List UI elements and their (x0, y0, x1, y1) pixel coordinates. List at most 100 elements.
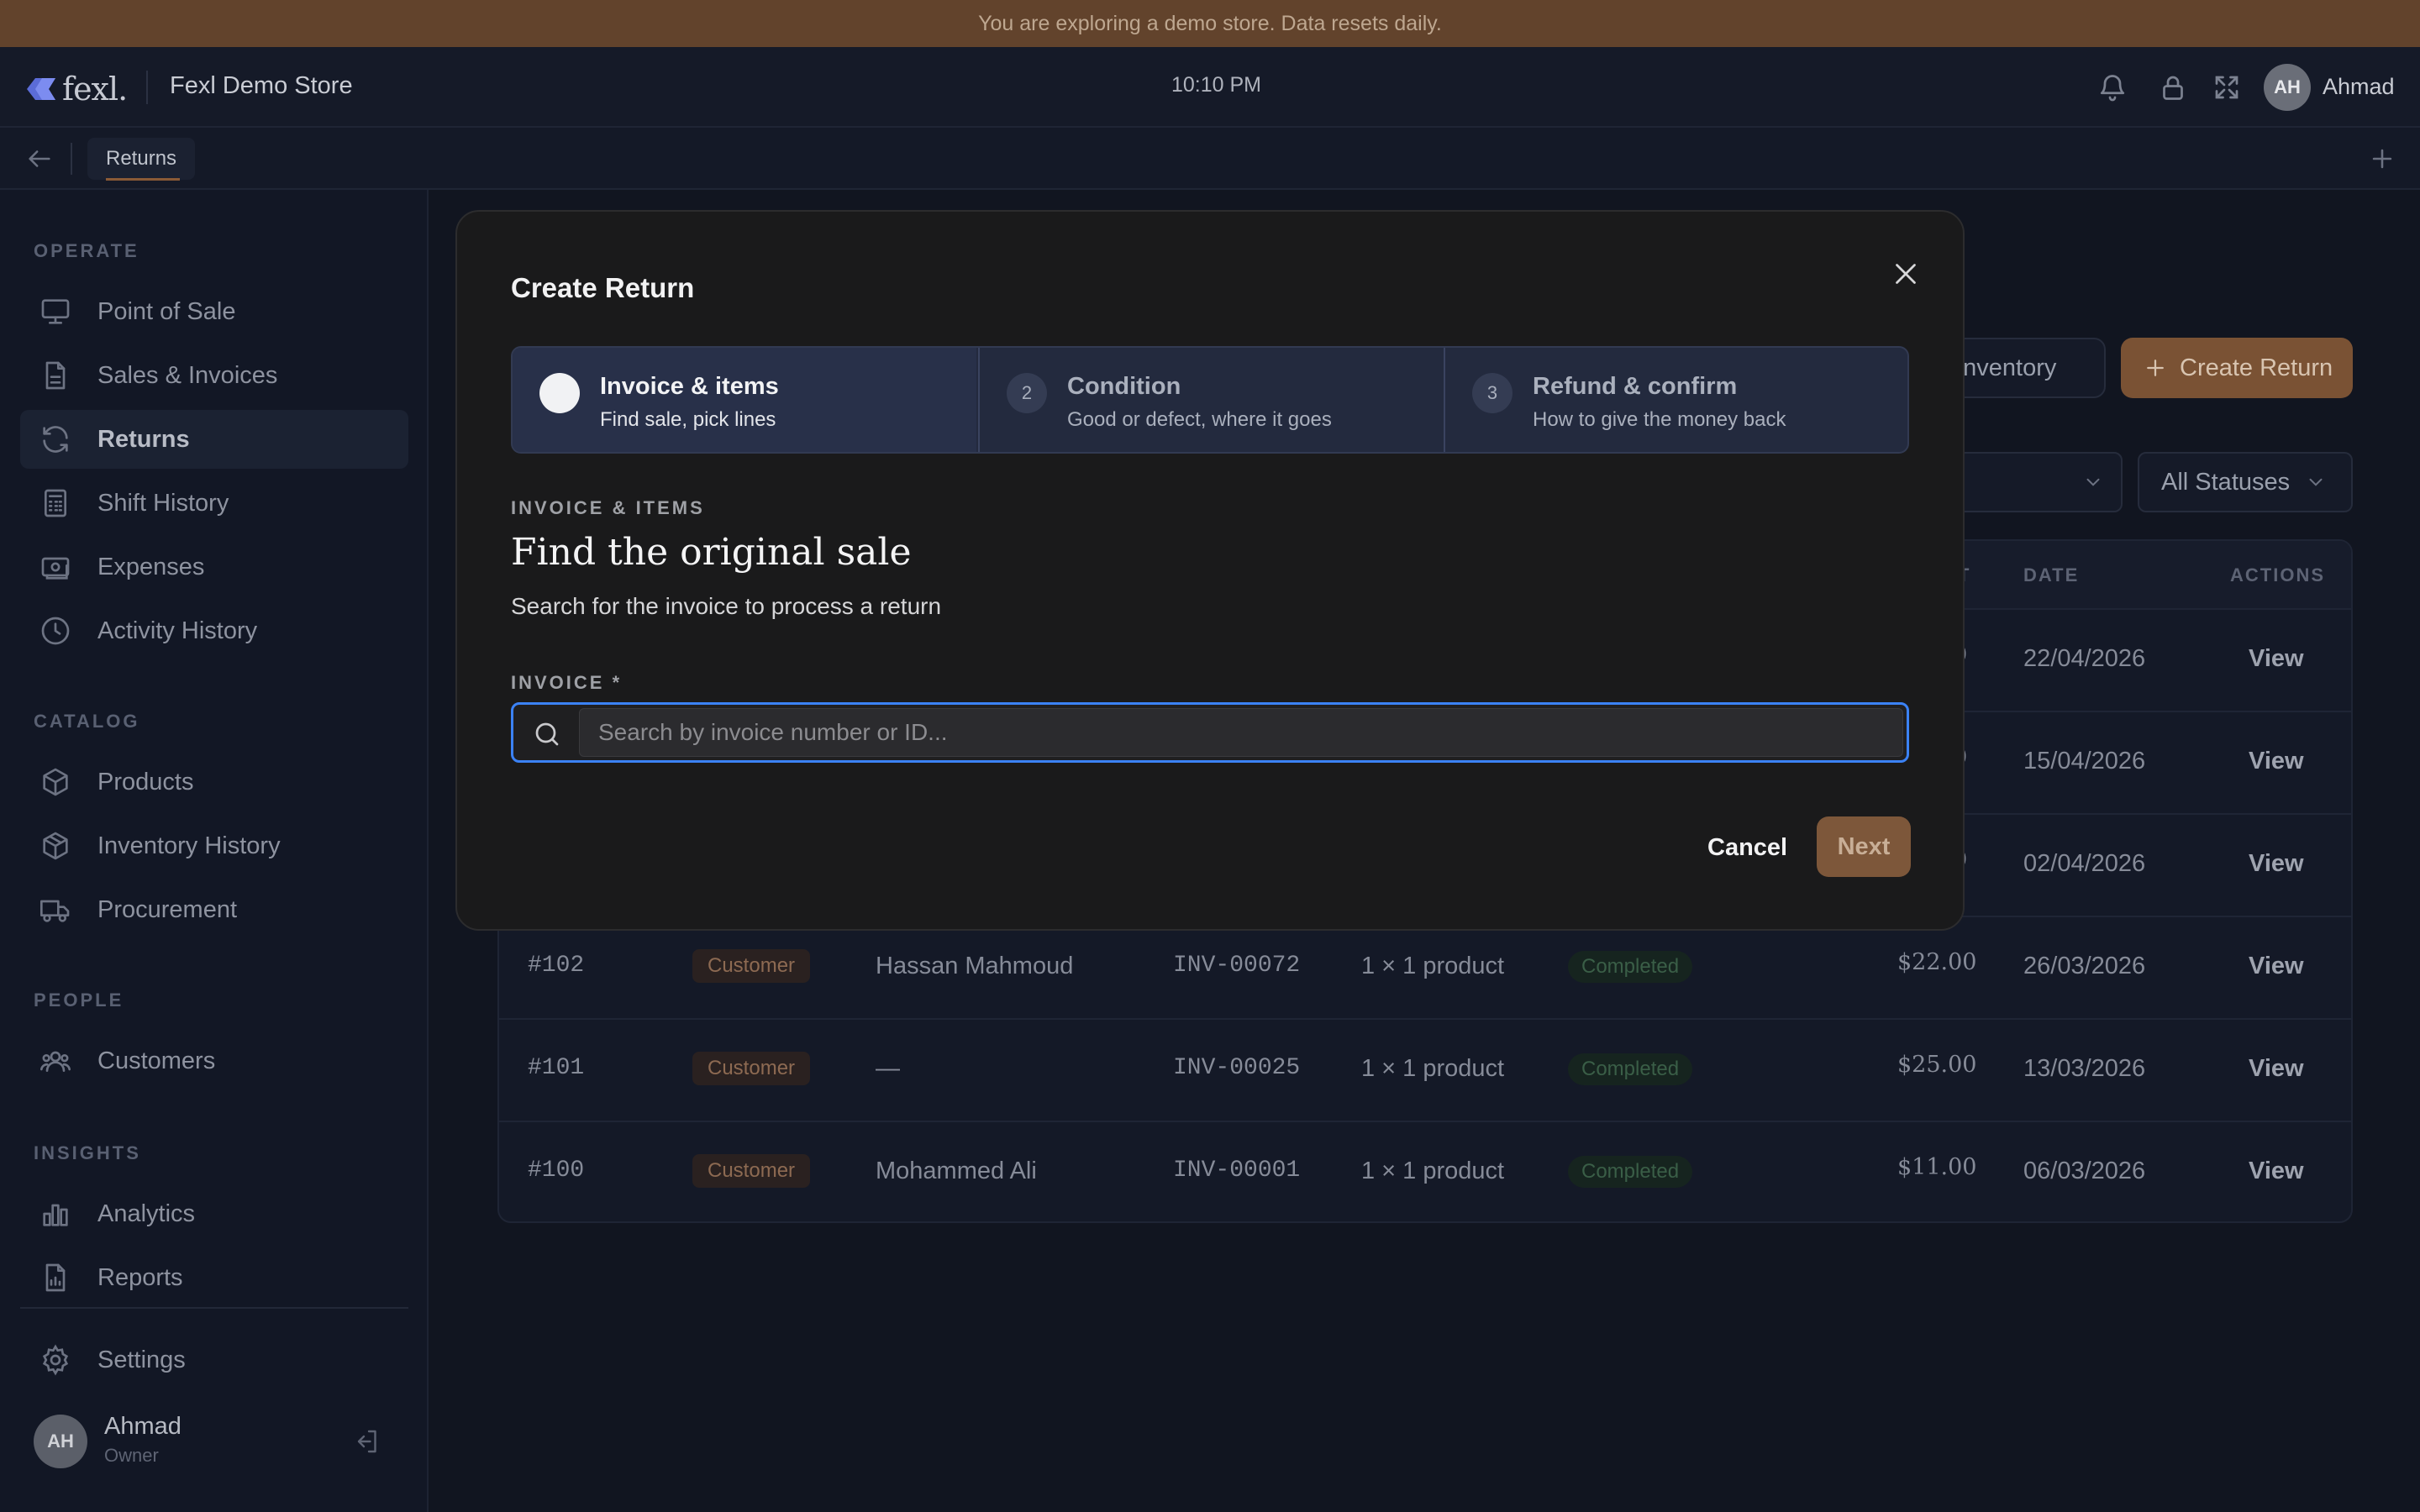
view-button[interactable]: View (2249, 1158, 2304, 1185)
demo-banner-text: You are exploring a demo store. Data res… (978, 11, 1442, 35)
sidebar-item-label: Customers (97, 1047, 216, 1074)
table-row[interactable]: #102 Customer Hassan Mahmoud INV-00072 1… (499, 917, 2351, 1020)
sidebar-item-label: Settings (97, 1346, 186, 1373)
view-button[interactable]: View (2249, 1055, 2304, 1083)
step-label: Condition (1067, 373, 1181, 400)
items-cell: 1 × 1 product (1361, 1055, 1505, 1082)
sidebar-user-name: Ahmad (104, 1413, 182, 1440)
bar-chart-icon (39, 1197, 72, 1231)
sidebar-item-label: Activity History (97, 617, 258, 644)
logout-icon[interactable] (351, 1426, 381, 1457)
cancel-button[interactable]: Cancel (1689, 818, 1806, 877)
sidebar-item-returns[interactable]: Returns (20, 410, 408, 469)
tab-strip: Returns (0, 128, 2420, 190)
clock: 10:10 PM (1171, 73, 1262, 97)
sidebar-item-reports[interactable]: Reports (20, 1248, 408, 1307)
step-invoice-items[interactable]: Invoice & items Find sale, pick lines (513, 348, 976, 452)
items-cell: 1 × 1 product (1361, 953, 1505, 979)
return-id-cell: #101 (528, 1055, 585, 1081)
view-button[interactable]: View (2249, 645, 2304, 673)
calculator-icon (39, 486, 72, 520)
users-icon (39, 1044, 72, 1078)
fullscreen-icon[interactable] (2212, 72, 2242, 102)
date-cell: 22/04/2026 (2023, 645, 2146, 672)
sidebar-item-label: Procurement (97, 895, 238, 923)
stepper: Invoice & items Find sale, pick lines 2 … (511, 346, 1909, 454)
view-button[interactable]: View (2249, 748, 2304, 775)
step-condition[interactable]: 2 Condition Good or defect, where it goe… (978, 348, 1442, 452)
step-subtitle: Good or defect, where it goes (1067, 408, 1332, 431)
step-label: Invoice & items (600, 373, 779, 400)
next-button[interactable]: Next (1817, 816, 1911, 877)
store-name: Fexl Demo Store (170, 72, 353, 99)
step-subtitle: Find sale, pick lines (600, 408, 776, 431)
table-row[interactable]: #101 Customer — INV-00025 1 × 1 product … (499, 1020, 2351, 1122)
sidebar-item-products[interactable]: Products (20, 753, 408, 811)
sidebar-item-customers[interactable]: Customers (20, 1032, 408, 1090)
close-icon[interactable] (1891, 259, 1921, 289)
items-cell: 1 × 1 product (1361, 1158, 1505, 1184)
type-badge: Customer (692, 1052, 811, 1085)
section-description: Search for the invoice to process a retu… (511, 593, 942, 619)
header-user-name[interactable]: Ahmad (2323, 74, 2395, 100)
tab-returns[interactable]: Returns (87, 138, 196, 180)
create-return-button[interactable]: Create Return (2121, 338, 2353, 398)
customer-cell: — (876, 1055, 900, 1082)
type-badge: Customer (692, 1154, 811, 1188)
clock-icon (39, 614, 72, 648)
sidebar-item-shift-history[interactable]: Shift History (20, 474, 408, 533)
package-icon (39, 829, 72, 863)
sidebar-item-analytics[interactable]: Analytics (20, 1184, 408, 1243)
return-id-cell: #102 (528, 953, 585, 979)
step-number: 3 (1472, 373, 1512, 413)
step-label: Refund & confirm (1533, 373, 1738, 400)
sidebar-item-expenses[interactable]: Expenses (20, 538, 408, 596)
sidebar-item-procurement[interactable]: Procurement (20, 880, 408, 939)
date-cell: 06/03/2026 (2023, 1158, 2146, 1184)
sidebar-item-sales-invoices[interactable]: Sales & Invoices (20, 346, 408, 405)
chevron-down-icon (2082, 471, 2104, 493)
invoice-field-label: INVOICE * (511, 672, 623, 693)
add-tab-icon[interactable] (2368, 144, 2396, 173)
report-icon (39, 1261, 72, 1294)
monitor-icon (39, 295, 72, 328)
sidebar-item-label: Reports (97, 1263, 183, 1291)
back-arrow-icon[interactable] (25, 144, 54, 173)
sidebar-item-activity-history[interactable]: Activity History (20, 601, 408, 660)
header-avatar[interactable]: AH (2264, 64, 2311, 111)
sidebar: OPERATE Point of Sale Sales & Invoices R… (0, 190, 429, 1512)
banknote-icon (39, 550, 72, 584)
status-badge: Completed (1568, 951, 1693, 983)
step-refund-confirm[interactable]: 3 Refund & confirm How to give the money… (1444, 348, 1907, 452)
section-eyebrow: INVOICE & ITEMS (511, 497, 705, 518)
sidebar-item-label: Expenses (97, 553, 205, 580)
logo-mark-icon (27, 78, 55, 100)
status-badge: Completed (1568, 1156, 1693, 1188)
sidebar-item-inventory-history[interactable]: Inventory History (20, 816, 408, 875)
return-id-cell: #100 (528, 1158, 585, 1184)
amount-cell: $22.00 (1897, 949, 1977, 975)
date-cell: 26/03/2026 (2023, 953, 2146, 979)
sidebar-item-label: Returns (97, 425, 190, 453)
sidebar-item-label: Products (97, 768, 194, 795)
bell-icon[interactable] (2097, 72, 2128, 102)
refresh-icon (39, 423, 72, 456)
table-row[interactable]: #100 Customer Mohammed Ali INV-00001 1 ×… (499, 1122, 2351, 1221)
invoice-search-input[interactable] (579, 708, 1903, 757)
logo[interactable]: fexl. (25, 71, 128, 108)
sidebar-item-point-of-sale[interactable]: Point of Sale (20, 282, 408, 341)
sidebar-item-settings[interactable]: Settings (20, 1331, 408, 1389)
date-cell: 15/04/2026 (2023, 748, 2146, 774)
sidebar-avatar[interactable]: AH (34, 1415, 87, 1468)
logo-text: fexl. (62, 71, 128, 108)
view-button[interactable]: View (2249, 953, 2304, 980)
section-operate: OPERATE (34, 240, 139, 261)
header-divider (146, 71, 148, 104)
view-button[interactable]: View (2249, 850, 2304, 878)
invoice-cell: INV-00001 (1173, 1158, 1301, 1184)
type-badge: Customer (692, 949, 811, 983)
customer-cell: Hassan Mahmoud (876, 953, 1074, 979)
lock-icon[interactable] (2158, 72, 2188, 102)
status-filter-select[interactable]: All Statuses (2138, 452, 2353, 512)
section-catalog: CATALOG (34, 711, 140, 732)
